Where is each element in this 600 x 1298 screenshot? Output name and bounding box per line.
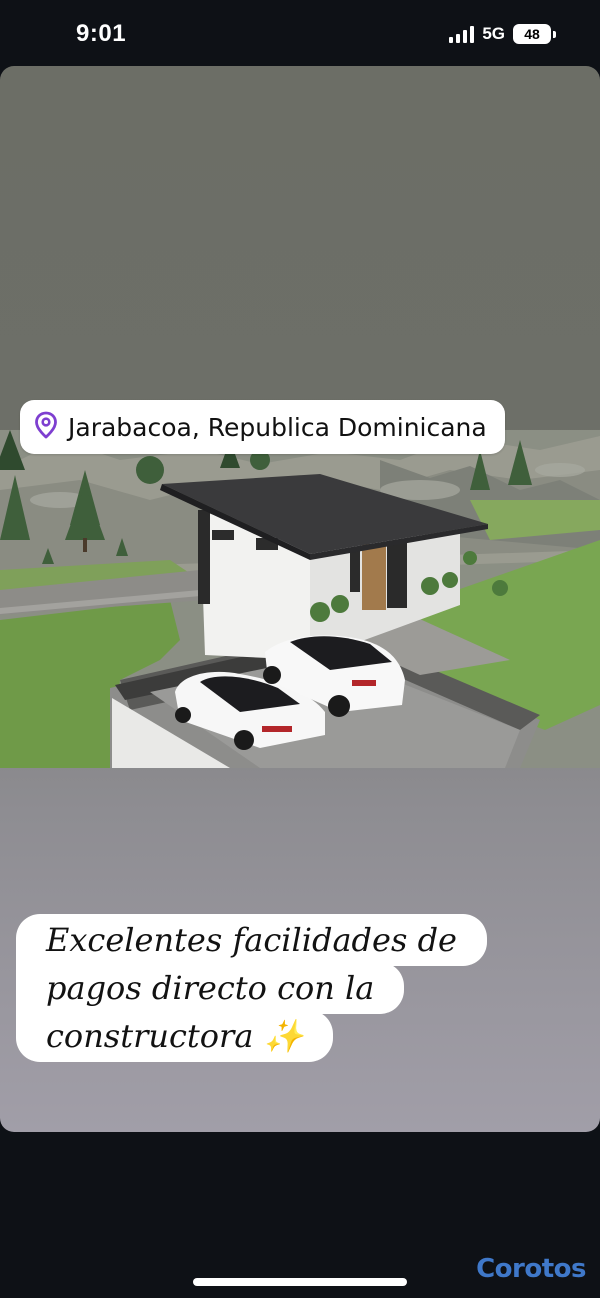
house-render-photo <box>0 430 600 768</box>
location-sticker[interactable]: Jarabacoa, Republica Dominicana <box>20 400 505 454</box>
battery-level: 48 <box>524 26 540 42</box>
location-pin-icon <box>34 411 58 443</box>
network-type: 5G <box>482 24 505 43</box>
story-card[interactable]: Jarabacoa, Republica Dominicana Excelent… <box>0 66 600 1132</box>
caption-line: constructora ✨ <box>16 1010 334 1062</box>
battery-icon: 48 <box>513 24 556 44</box>
caption-line: pagos directo con la <box>16 962 405 1014</box>
status-time: 9:01 <box>76 20 127 47</box>
caption-line: Excelentes facilidades de <box>16 914 487 966</box>
cellular-signal-icon <box>449 25 475 43</box>
home-indicator[interactable] <box>193 1278 407 1286</box>
caption-text-block: Excelentes facilidades de pagos directo … <box>16 914 487 1062</box>
status-indicators: 5G 48 <box>449 24 556 44</box>
brand-logo: Corotos <box>476 1254 586 1284</box>
location-text: Jarabacoa, Republica Dominicana <box>68 412 487 442</box>
status-bar: 9:01 5G 48 <box>0 0 600 66</box>
